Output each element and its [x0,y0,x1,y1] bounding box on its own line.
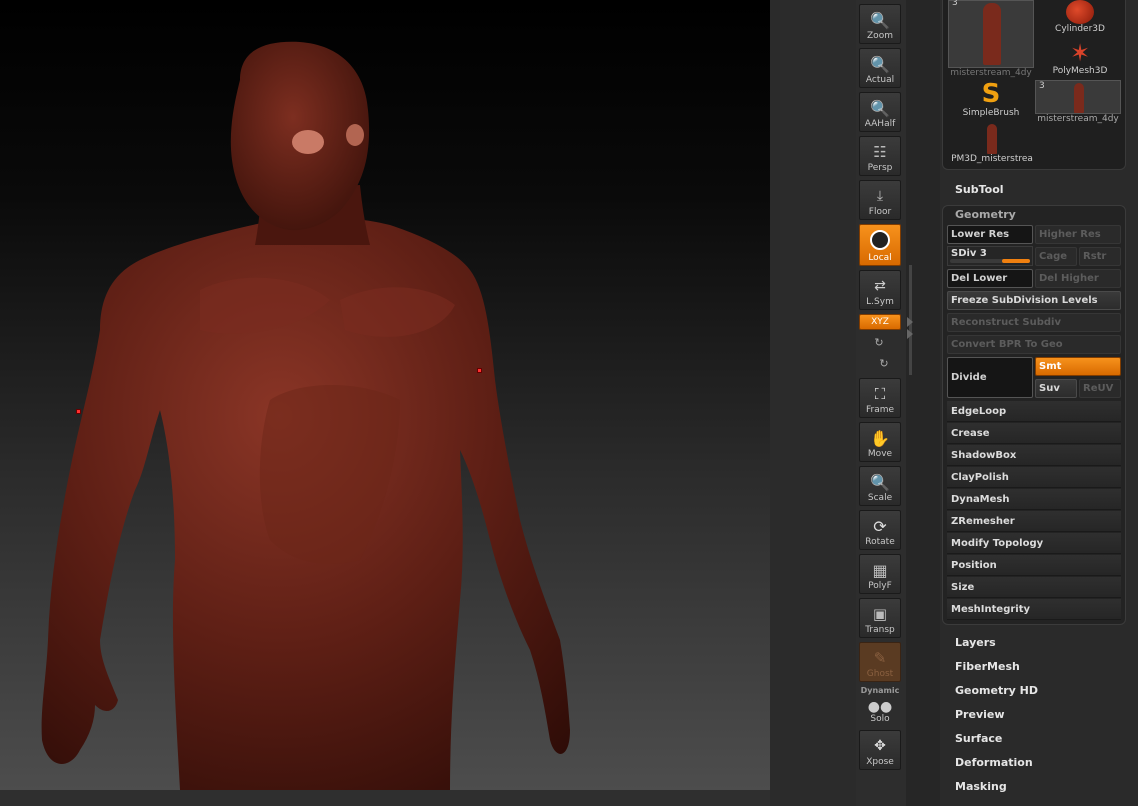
claypolish-subpalette[interactable]: ClayPolish [947,467,1121,488]
tool-item-pm3d[interactable]: PM3D_misterstrea [948,124,1036,164]
tool-item-polymesh3d[interactable]: ✶ PolyMesh3D [1039,40,1121,76]
hand-icon: ✋ [870,428,890,448]
floor-button[interactable]: ⤓ Floor [859,180,901,220]
masking-section[interactable]: Masking [955,780,1007,793]
tool-thumbnails: 3 misterstream_4dy Cylinder3D ✶ PolyMesh… [942,0,1126,170]
zoom-button[interactable]: 🔍 Zoom [859,4,901,44]
symmetry-point-right [477,368,482,373]
figure-thumbnail-icon [1074,83,1084,113]
meshintegrity-subpalette[interactable]: MeshIntegrity [947,599,1121,620]
actual-size-icon: 🔍 [870,54,890,74]
reconstruct-subdiv-button[interactable]: Reconstruct Subdiv [947,313,1121,332]
crease-subpalette[interactable]: Crease [947,423,1121,444]
modify-topology-subpalette[interactable]: Modify Topology [947,533,1121,554]
symmetry-icon: ⇄ [874,278,886,294]
tool-item-cylinder3d[interactable]: Cylinder3D [1039,0,1121,34]
geometry-hd-section[interactable]: Geometry HD [955,684,1038,697]
cage-button[interactable]: Cage [1035,247,1077,266]
del-lower-button[interactable]: Del Lower [947,269,1033,288]
sdiv-slider-fill [1002,259,1030,263]
convert-bpr-button[interactable]: Convert BPR To Geo [947,335,1121,354]
rstr-button[interactable]: Rstr [1079,247,1121,266]
del-higher-button[interactable]: Del Higher [1035,269,1121,288]
transparency-icon: ▣ [872,605,888,623]
sdiv-slider-track [950,259,1030,263]
ghost-button[interactable]: ✎ Ghost [859,642,901,682]
divide-button[interactable]: Divide [947,357,1033,398]
rotate-icon: ⟳ [873,516,887,536]
move-button[interactable]: ✋ Move [859,422,901,462]
cylinder-icon [1066,0,1094,24]
subtool-section[interactable]: SubTool [955,183,1004,196]
tray-gap [770,0,856,806]
surface-section[interactable]: Surface [955,732,1002,745]
local-icon [870,230,890,250]
grid-perspective-icon: ☷ [873,143,887,161]
zoom-icon: 🔍 [870,10,890,30]
size-subpalette[interactable]: Size [947,577,1121,598]
suv-toggle[interactable]: Suv [1035,379,1077,398]
xpose-button[interactable]: ✥ Xpose [859,730,901,770]
xyz-button[interactable]: XYZ [859,314,901,330]
rotate-z-icon[interactable]: ↻ [877,357,891,371]
symmetry-point-left [76,409,81,414]
position-subpalette[interactable]: Position [947,555,1121,576]
rotate-y-icon[interactable]: ↻ [872,336,886,350]
tool-item-simplebrush[interactable]: S SimpleBrush [948,80,1034,118]
viewport-footer [0,790,770,806]
rotate-button[interactable]: ⟳ Rotate [859,510,901,550]
actual-button[interactable]: 🔍 Actual [859,48,901,88]
preview-section[interactable]: Preview [955,708,1005,721]
dynamesh-subpalette[interactable]: DynaMesh [947,489,1121,510]
freeze-subdivision-button[interactable]: Freeze SubDivision Levels [947,291,1121,310]
fibermesh-section[interactable]: FiberMesh [955,660,1020,673]
scale-icon: 🔍 [870,472,890,492]
local-button[interactable]: Local [859,224,901,266]
lsym-button[interactable]: ⇄ L.Sym [859,270,901,310]
aahalf-button[interactable]: 🔍 AAHalf [859,92,901,132]
solo-icon: ●● [867,699,893,715]
frame-button[interactable]: ⛶ Frame [859,378,901,418]
canvas-viewport[interactable] [0,0,770,790]
solo-button[interactable]: ●● Solo [859,696,901,726]
floor-icon: ⤓ [876,188,884,204]
expand-arrow-icon[interactable] [907,329,913,339]
tool-item-misterstream-1[interactable]: 3 misterstream_4dy [948,0,1034,78]
reuv-button[interactable]: ReUV [1079,379,1121,398]
higher-res-button[interactable]: Higher Res [1035,225,1121,244]
geometry-title[interactable]: Geometry [955,208,1016,221]
transp-button[interactable]: ▣ Transp [859,598,901,638]
human-model [41,41,570,790]
polymesh-star-icon: ✶ [1069,39,1091,67]
ghost-icon: ✎ [873,649,887,667]
deformation-section[interactable]: Deformation [955,756,1033,769]
scale-button[interactable]: 🔍 Scale [859,466,901,506]
sdiv-slider[interactable]: SDiv 3 [947,246,1033,266]
polyframe-icon: ▦ [872,560,888,580]
zremesher-subpalette[interactable]: ZRemesher [947,511,1121,532]
persp-button[interactable]: ☷ Persp [859,136,901,176]
figure-thumbnail-icon [983,3,1001,65]
shadowbox-subpalette[interactable]: ShadowBox [947,445,1121,466]
panel-divider [906,0,940,806]
simplebrush-icon: S [981,79,1001,109]
tool-item-misterstream-2[interactable]: 3 misterstream_4dy [1035,80,1121,124]
polyf-button[interactable]: ▦ PolyF [859,554,901,594]
edgeloop-subpalette[interactable]: EdgeLoop [947,401,1121,422]
collapse-arrow-icon[interactable] [907,317,913,327]
frame-icon: ⛶ [874,385,886,403]
layers-section[interactable]: Layers [955,636,996,649]
dynamic-label: Dynamic [860,686,900,695]
aahalf-icon: 🔍 [870,98,890,118]
figure-thumbnail-icon [987,124,997,154]
smt-toggle[interactable]: Smt [1035,357,1121,376]
lower-res-button[interactable]: Lower Res [947,225,1033,244]
xpose-icon: ✥ [874,738,886,754]
